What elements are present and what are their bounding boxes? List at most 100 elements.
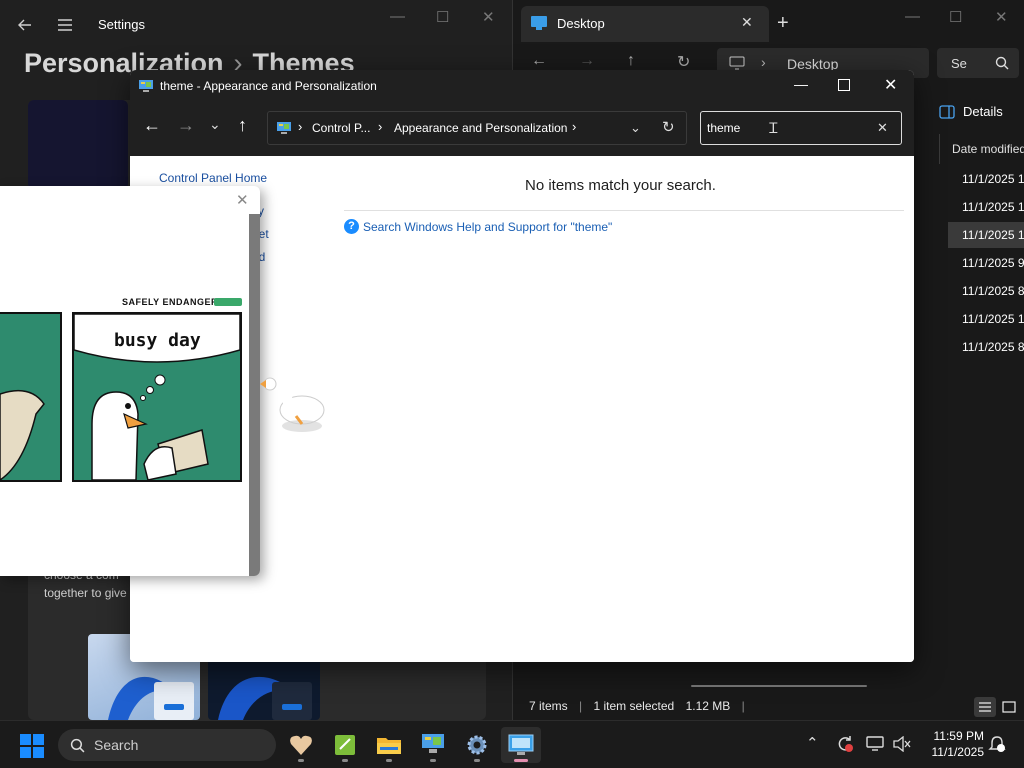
- up-arrow-icon[interactable]: ↑: [238, 115, 247, 136]
- status-selected: 1 item selected: [593, 699, 675, 713]
- search-input[interactable]: Se: [937, 48, 1019, 78]
- running-indicator: [342, 759, 348, 762]
- details-pane-icon: [939, 104, 955, 119]
- monitor-icon: [729, 56, 745, 70]
- maximize-icon[interactable]: [838, 79, 850, 91]
- file-row-date[interactable]: 11/1/2025 9:35: [948, 250, 1024, 276]
- close-icon[interactable]: ✕: [236, 191, 249, 209]
- file-row-date[interactable]: 11/1/2025 11:3: [948, 194, 1024, 220]
- description-line: together to give: [44, 586, 127, 600]
- minimize-icon[interactable]: —: [794, 76, 808, 92]
- windows-start-icon[interactable]: [20, 734, 44, 758]
- remote-desktop-icon: [508, 734, 534, 755]
- running-indicator: [474, 759, 480, 762]
- volume-muted-icon[interactable]: [893, 736, 911, 752]
- desktop-goose-icon: [290, 735, 312, 755]
- desktop-goose-sprite[interactable]: [258, 374, 328, 438]
- refresh-icon[interactable]: ↻: [662, 118, 675, 136]
- help-search-link[interactable]: ? Search Windows Help and Support for "t…: [344, 219, 612, 234]
- taskbar-app-goose[interactable]: [281, 727, 321, 763]
- up-arrow-icon[interactable]: ↑: [627, 52, 635, 70]
- chevron-right-icon[interactable]: ›: [378, 119, 382, 134]
- tab-title: Desktop: [557, 16, 605, 31]
- notification-bell-icon[interactable]: [988, 735, 1006, 753]
- maximize-icon[interactable]: ☐: [949, 8, 962, 26]
- file-row-date[interactable]: 11/1/2025 8:47: [948, 278, 1024, 304]
- back-arrow-icon[interactable]: [14, 14, 36, 36]
- control-panel-home-link[interactable]: Control Panel Home: [159, 171, 267, 185]
- title-bar: theme - Appearance and Personalization —…: [130, 70, 914, 102]
- close-icon[interactable]: ✕: [884, 75, 897, 95]
- settings-title: Settings: [98, 17, 145, 32]
- comic-panel-right: busy day: [72, 312, 242, 482]
- horizontal-scrollbar[interactable]: [691, 685, 867, 687]
- show-hidden-icons-chevron-icon[interactable]: ⌃: [806, 734, 819, 752]
- taskbar-app-settings[interactable]: [457, 727, 497, 763]
- control-panel-icon: [422, 734, 444, 753]
- address-dropdown-chevron-icon[interactable]: ⌄: [630, 120, 641, 136]
- divider: [344, 210, 904, 211]
- recent-locations-chevron-icon[interactable]: ⌄: [209, 116, 221, 133]
- clock-date: 11/1/2025: [931, 745, 985, 759]
- search-value: theme: [707, 121, 741, 135]
- status-divider: |: [741, 699, 745, 713]
- column-header-date-modified[interactable]: Date modified: [939, 134, 1024, 164]
- maximize-icon[interactable]: ☐: [436, 8, 449, 26]
- control-panel-icon: [277, 122, 291, 134]
- chevron-right-icon: ›: [298, 119, 303, 134]
- system-clock[interactable]: 11:59 PM 11/1/2025: [922, 728, 985, 760]
- search-label: Search: [94, 737, 139, 753]
- taskbar-search-box[interactable]: Search: [58, 729, 276, 761]
- status-divider: |: [579, 699, 583, 713]
- breadcrumb-control-panel[interactable]: Control P...: [312, 121, 370, 135]
- file-row-date-selected[interactable]: 11/1/2025 11:4: [948, 222, 1024, 248]
- text-cursor-icon: Ꮖ: [769, 120, 779, 136]
- sync-status-icon[interactable]: [836, 735, 854, 753]
- address-bar[interactable]: › Control P... › Appearance and Personal…: [267, 111, 687, 145]
- network-icon[interactable]: [866, 736, 884, 752]
- details-pane-button[interactable]: Details: [939, 104, 1003, 119]
- menu-icon[interactable]: [54, 14, 76, 36]
- status-bar: 7 items | 1 item selected 1.12 MB |: [529, 699, 745, 713]
- taskbar-app-notepad[interactable]: [325, 727, 365, 763]
- back-arrow-icon[interactable]: ←: [531, 52, 547, 70]
- forward-arrow-icon[interactable]: →: [579, 52, 595, 70]
- tab-desktop[interactable]: Desktop ✕: [521, 6, 769, 42]
- details-view-icon[interactable]: [974, 697, 996, 717]
- file-row-date[interactable]: 11/1/2025 11:3: [948, 166, 1024, 192]
- search-input[interactable]: theme Ꮖ ✕: [700, 111, 902, 145]
- taskbar-app-remote-desktop[interactable]: [501, 727, 541, 763]
- chevron-right-icon: ›: [761, 54, 766, 70]
- file-row-date[interactable]: 11/1/2025 8:14: [948, 334, 1024, 360]
- taskbar: Search ⌃ 11:59 PM 11/1/2025: [0, 720, 1024, 768]
- forward-arrow-icon[interactable]: →: [177, 115, 195, 136]
- taskbar-app-control-panel[interactable]: [413, 727, 453, 763]
- file-explorer-icon: [377, 738, 401, 754]
- breadcrumb-appearance-personalization[interactable]: Appearance and Personalization: [394, 121, 567, 135]
- running-indicator: [386, 759, 392, 762]
- window-title: theme - Appearance and Personalization: [160, 79, 377, 93]
- comic-caption: busy day: [114, 330, 201, 351]
- close-icon[interactable]: ✕: [482, 8, 495, 26]
- details-label: Details: [963, 104, 1003, 119]
- status-size: 1.12 MB: [685, 699, 731, 713]
- refresh-icon[interactable]: ↻: [677, 52, 690, 72]
- taskbar-app-file-explorer[interactable]: [369, 727, 409, 763]
- new-tab-plus-icon[interactable]: +: [777, 12, 789, 35]
- clear-search-icon[interactable]: ✕: [877, 120, 888, 136]
- tab-close-icon[interactable]: ✕: [741, 14, 753, 31]
- large-icons-view-icon[interactable]: [998, 697, 1020, 717]
- back-arrow-icon[interactable]: ←: [143, 115, 161, 136]
- comic-panel-left: [0, 312, 62, 482]
- chevron-right-icon[interactable]: ›: [572, 119, 576, 134]
- settings-icon: [467, 735, 487, 755]
- brand-badge: [214, 298, 242, 306]
- active-indicator: [514, 759, 528, 762]
- close-icon[interactable]: ✕: [995, 8, 1008, 26]
- no-items-message: No items match your search.: [525, 177, 716, 194]
- search-placeholder: Se: [951, 56, 967, 71]
- minimize-icon[interactable]: —: [905, 8, 920, 25]
- minimize-icon[interactable]: —: [390, 8, 405, 25]
- search-icon: [995, 56, 1009, 70]
- file-row-date[interactable]: 11/1/2025 10:4: [948, 306, 1024, 332]
